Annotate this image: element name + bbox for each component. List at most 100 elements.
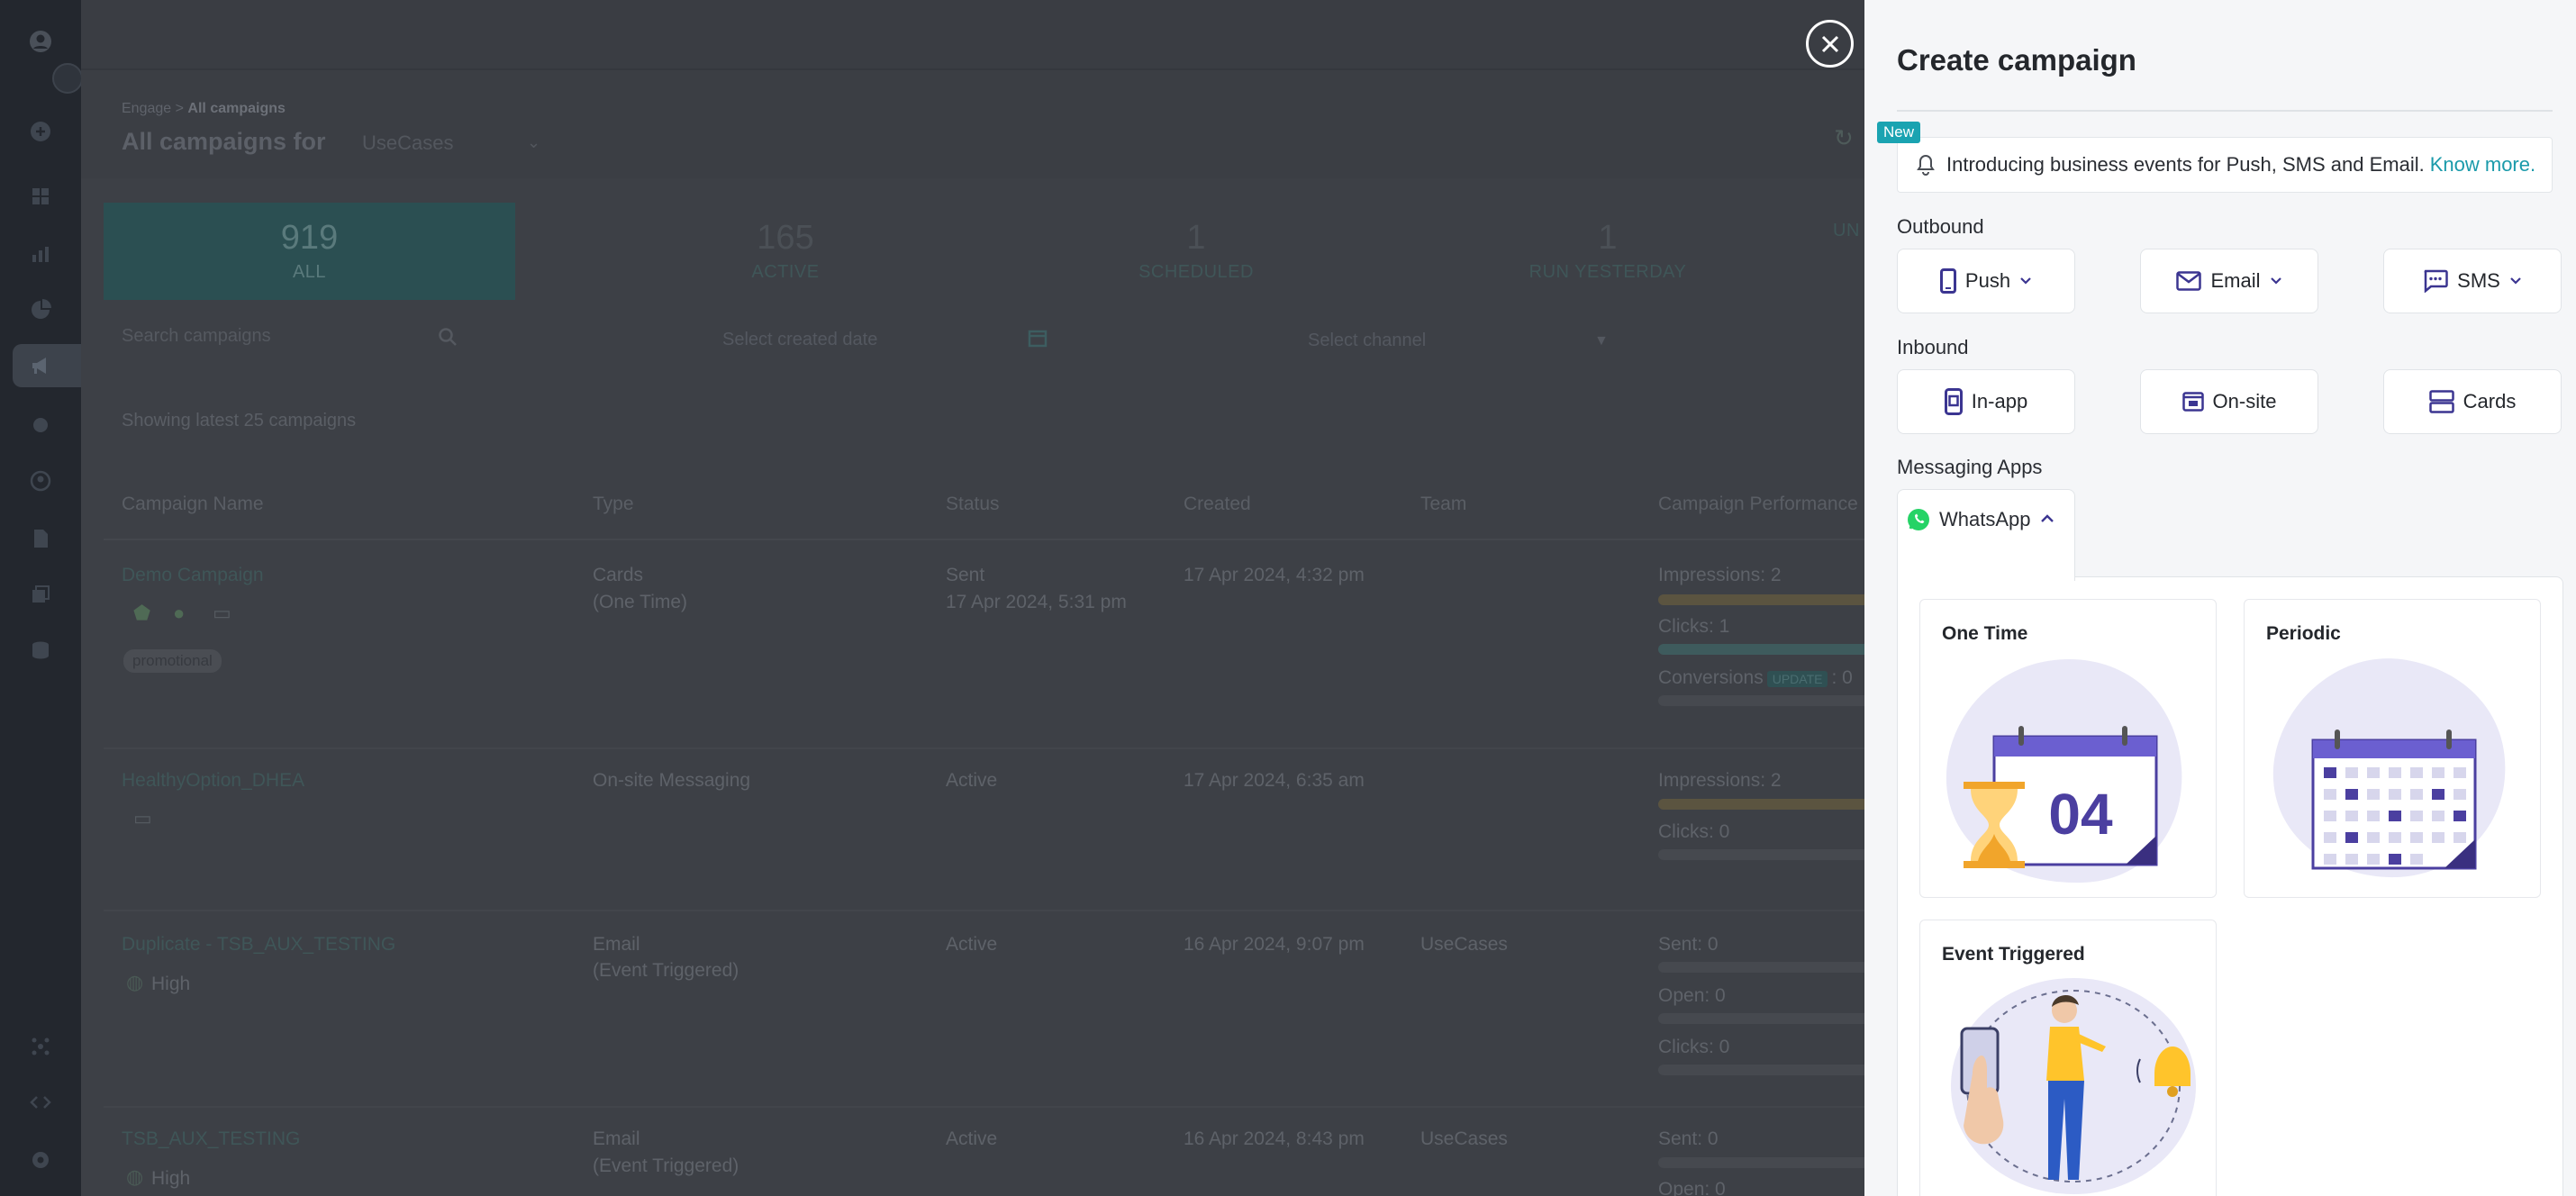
one-time-card[interactable]: One Time 04 — [1919, 599, 2217, 898]
analytics-icon[interactable] — [24, 238, 57, 270]
type-cell: On-site Messaging — [593, 770, 751, 791]
calendar-icon[interactable] — [1027, 327, 1048, 353]
calendar-hourglass-illustration: 04 — [1946, 659, 2182, 883]
stat-all[interactable]: 919 ALL — [104, 203, 515, 300]
stat-scheduled[interactable]: 1 SCHEDULED — [1007, 203, 1385, 300]
campaign-name-link[interactable]: Duplicate - TSB_AUX_TESTING — [122, 931, 395, 958]
refresh-icon[interactable]: ↻ — [1834, 124, 1854, 152]
cards-button[interactable]: Cards — [2383, 369, 2562, 434]
push-button[interactable]: Push — [1897, 249, 2075, 313]
create-icon[interactable] — [24, 115, 57, 148]
account-select[interactable]: UseCases — [362, 131, 453, 155]
periodic-card[interactable]: Periodic — [2244, 599, 2541, 898]
left-nav — [0, 0, 83, 1196]
sms-button[interactable]: SMS — [2383, 249, 2562, 313]
android-icon: ⬟ — [133, 602, 151, 624]
type-sub-cell: (One Time) — [593, 592, 688, 612]
know-more-link[interactable]: Know more. — [2430, 153, 2535, 177]
users-icon[interactable] — [24, 465, 57, 497]
email-label: Email — [2210, 269, 2261, 292]
perf-value: : 0 — [1831, 667, 1853, 688]
type-cell: Cards — [593, 565, 644, 585]
channel-select[interactable]: Select channel — [1308, 331, 1426, 351]
col-created[interactable]: Created — [1184, 494, 1251, 515]
stat-label: RUN YESTERDAY — [1528, 262, 1687, 282]
team-cell: UseCases — [1420, 934, 1508, 955]
bell-icon — [1916, 154, 1936, 176]
event-triggered-card[interactable]: Event Triggered — [1919, 920, 2217, 1196]
tag-badge: promotional — [123, 649, 222, 673]
search-icon[interactable] — [438, 327, 458, 351]
data-icon[interactable] — [24, 634, 57, 666]
campaign-name-link[interactable]: HealthyOption_DHEA — [122, 767, 304, 794]
engage-megaphone-icon[interactable] — [24, 349, 57, 382]
search-input[interactable]: Search campaigns — [122, 326, 271, 347]
desktop-icon: ▭ — [133, 807, 152, 829]
new-badge: New — [1877, 122, 1921, 143]
push-label: Push — [1964, 269, 2011, 292]
stat-number: 1 — [1186, 219, 1206, 257]
email-button[interactable]: Email — [2140, 249, 2318, 313]
create-campaign-drawer: Create campaign New Introducing business… — [1864, 0, 2576, 1196]
sms-label: SMS — [2457, 269, 2500, 292]
whatsapp-tab[interactable]: WhatsApp — [1897, 489, 2075, 581]
whatsapp-icon — [1908, 509, 1929, 530]
dashboard-icon[interactable] — [24, 180, 57, 213]
on-site-button[interactable]: On-site — [2140, 369, 2318, 434]
chat-icon — [2424, 269, 2448, 293]
flows-icon[interactable] — [24, 409, 57, 441]
whatsapp-options-panel: One Time 04 Periodic Event Triggered — [1897, 576, 2563, 1196]
segments-icon[interactable] — [24, 294, 57, 326]
type-cell: Email — [593, 1128, 640, 1149]
type-cell: Email — [593, 934, 640, 955]
cards-icon — [2428, 390, 2454, 413]
stat-run-yesterday[interactable]: 1 RUN YESTERDAY — [1419, 203, 1797, 300]
col-campaign-name[interactable]: Campaign Name — [122, 494, 264, 515]
breadcrumb-current: All campaigns — [187, 101, 286, 116]
announcement-banner: Introducing business events for Push, SM… — [1897, 137, 2553, 193]
reports-icon[interactable] — [24, 522, 57, 555]
priority-label: High — [151, 974, 191, 994]
card-title: Periodic — [2266, 623, 2341, 644]
avatar[interactable] — [24, 25, 57, 58]
stat-number: 165 — [757, 219, 814, 257]
content-icon[interactable] — [24, 578, 57, 611]
perf-metric: Sent: 0 — [1658, 1128, 1719, 1149]
divider — [1897, 110, 2553, 112]
chevron-down-icon: ⌄ — [527, 133, 541, 151]
collapse-nav-button[interactable] — [52, 63, 83, 94]
col-team[interactable]: Team — [1420, 494, 1466, 515]
in-app-button[interactable]: In-app — [1897, 369, 2075, 434]
announcement-text: Introducing business events for Push, SM… — [1946, 153, 2425, 176]
date-input[interactable]: Select created date — [722, 330, 877, 350]
on-site-label: On-site — [2212, 390, 2277, 412]
stat-active[interactable]: 165 ACTIVE — [596, 203, 975, 300]
col-type[interactable]: Type — [593, 494, 634, 515]
breadcrumb-parent[interactable]: Engage — [122, 101, 171, 116]
campaign-name-link[interactable]: Demo Campaign — [122, 562, 264, 589]
perf-metric: Clicks: 0 — [1658, 821, 1730, 842]
campaign-name-link[interactable]: TSB_AUX_TESTING — [122, 1126, 300, 1153]
code-icon[interactable] — [24, 1086, 57, 1119]
stat-label: SCHEDULED — [1138, 262, 1254, 282]
card-title: One Time — [1942, 623, 2028, 644]
drawer-title: Create campaign — [1897, 43, 2136, 77]
created-cell: 17 Apr 2024, 6:35 am — [1184, 770, 1365, 791]
col-status[interactable]: Status — [946, 494, 1000, 515]
settings-gear-icon[interactable] — [24, 1144, 57, 1176]
close-drawer-button[interactable] — [1806, 20, 1854, 68]
perf-metric: Open: 0 — [1658, 1179, 1726, 1196]
perf-metric: Open: 0 — [1658, 985, 1726, 1006]
apple-icon: ● — [173, 602, 186, 624]
integrations-icon[interactable] — [24, 1030, 57, 1063]
inapp-icon — [1944, 388, 1963, 415]
status-cell: Active — [946, 770, 998, 791]
showing-count: Showing latest 25 campaigns — [122, 411, 357, 430]
globe-icon: ◍ — [126, 971, 144, 993]
desktop-icon: ▭ — [213, 602, 231, 624]
envelope-icon — [2176, 271, 2202, 291]
perf-metric: Sent: 0 — [1658, 934, 1719, 955]
update-badge[interactable]: UPDATE — [1766, 671, 1828, 687]
col-performance[interactable]: Campaign Performance — [1658, 494, 1858, 515]
close-icon — [1821, 35, 1838, 52]
